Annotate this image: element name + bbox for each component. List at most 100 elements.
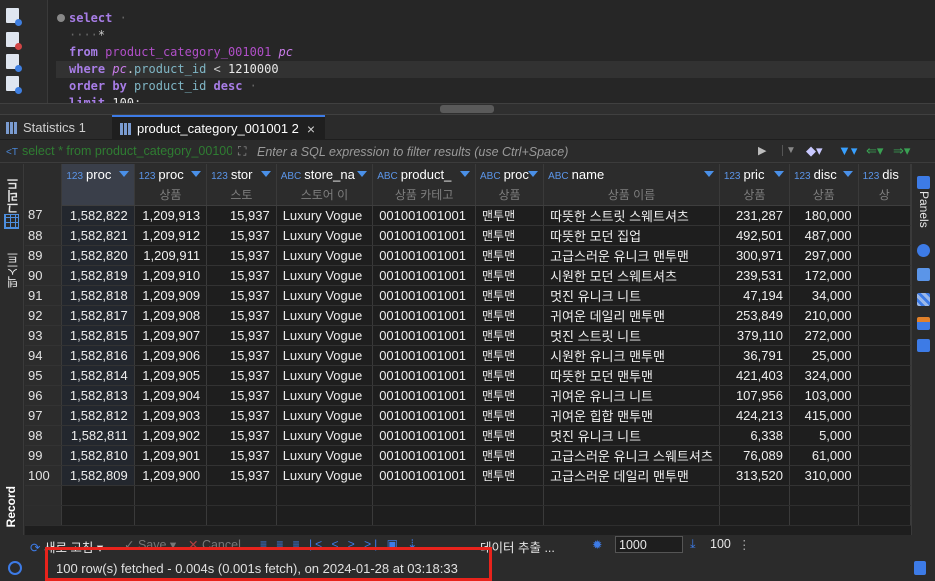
value-viewer-icon[interactable] xyxy=(917,244,930,257)
table-cell[interactable]: 001001001001 xyxy=(372,365,477,386)
format-sql-icon[interactable] xyxy=(6,76,22,94)
table-row[interactable]: 95 1,582,814 1,209,905 15,937 Luxury Vogue 00… xyxy=(25,365,911,386)
table-cell[interactable] xyxy=(858,325,911,346)
table-cell[interactable] xyxy=(858,265,911,286)
column-header[interactable]: ABC name xyxy=(543,164,720,185)
table-cell[interactable] xyxy=(858,225,911,246)
column-header[interactable]: 123 proc xyxy=(61,164,135,185)
table-cell[interactable]: 1,582,815 xyxy=(61,325,135,346)
table-cell[interactable]: 15,937 xyxy=(206,305,277,326)
table-cell[interactable]: 1,582,809 xyxy=(61,465,135,486)
tab-statistics[interactable]: Statistics 1 xyxy=(6,115,86,140)
grouping-icon[interactable] xyxy=(917,293,930,306)
table-cell[interactable]: 15,937 xyxy=(206,345,277,366)
text-view-tab[interactable]: 텍스트 xyxy=(4,252,21,288)
table-cell[interactable]: 1,209,901 xyxy=(134,445,208,466)
table-cell[interactable]: Luxury Vogue xyxy=(276,305,374,326)
table-cell[interactable]: 1,582,821 xyxy=(61,225,135,246)
splitter-handle[interactable] xyxy=(440,105,494,113)
execute-statement-icon[interactable] xyxy=(6,8,22,26)
table-cell[interactable] xyxy=(858,385,911,406)
table-cell[interactable]: 297,000 xyxy=(789,245,859,266)
table-cell[interactable]: 300,971 xyxy=(719,245,790,266)
table-cell[interactable]: 180,000 xyxy=(789,205,859,226)
table-cell[interactable]: 맨투맨 xyxy=(475,205,545,226)
back-arrow-icon[interactable]: ⇐▾ xyxy=(866,143,883,159)
table-cell[interactable]: 25,000 xyxy=(789,345,859,366)
table-cell[interactable]: 239,531 xyxy=(719,265,790,286)
table-cell[interactable]: 1,582,814 xyxy=(61,365,135,386)
column-header[interactable]: 123 proc xyxy=(134,164,208,185)
table-cell[interactable]: 고급스러운 유니크 스웨트셔츠 xyxy=(543,445,720,466)
table-cell[interactable]: Luxury Vogue xyxy=(276,325,374,346)
results-grid[interactable]: 123 proc 123 proc 123 stor ABC store_na ABC produ… xyxy=(25,164,911,535)
table-cell[interactable]: 1,582,812 xyxy=(61,405,135,426)
row-number[interactable]: 100 xyxy=(25,465,63,486)
table-cell[interactable]: 맨투맨 xyxy=(475,345,545,366)
table-row[interactable]: 90 1,582,819 1,209,910 15,937 Luxury Vogue 00… xyxy=(25,265,911,286)
table-cell[interactable]: 맨투맨 xyxy=(475,405,545,426)
table-cell[interactable]: 맨투맨 xyxy=(475,385,545,406)
tab-results[interactable]: product_category_001001 2 × xyxy=(112,115,326,140)
table-cell[interactable]: 103,000 xyxy=(789,385,859,406)
table-cell[interactable]: Luxury Vogue xyxy=(276,225,374,246)
table-cell[interactable]: 1,209,905 xyxy=(134,365,208,386)
table-cell[interactable]: 1,209,904 xyxy=(134,385,208,406)
code-line[interactable]: ····* xyxy=(56,27,935,44)
table-cell[interactable]: 001001001001 xyxy=(372,245,477,266)
table-cell[interactable]: 따뜻한 스트릿 스웨트셔츠 xyxy=(543,205,720,226)
panels-label[interactable]: Panels xyxy=(917,191,931,228)
sort-dropdown-icon[interactable] xyxy=(191,171,202,177)
row-number[interactable]: 97 xyxy=(25,405,63,426)
eraser-icon[interactable]: ◆▾ xyxy=(806,143,823,159)
table-cell[interactable]: Luxury Vogue xyxy=(276,205,374,226)
table-row[interactable]: 91 1,582,818 1,209,909 15,937 Luxury Vogue 00… xyxy=(25,285,911,306)
fetch-all-icon[interactable]: ⤓ xyxy=(690,537,696,552)
table-cell[interactable]: 1,209,909 xyxy=(134,285,208,306)
close-icon[interactable]: × xyxy=(307,121,315,137)
table-cell[interactable]: 1,582,816 xyxy=(61,345,135,366)
table-row[interactable]: 96 1,582,813 1,209,904 15,937 Luxury Vogue 00… xyxy=(25,385,911,406)
table-row[interactable]: 89 1,582,820 1,209,911 15,937 Luxury Vogue 00… xyxy=(25,245,911,266)
table-cell[interactable]: 시원한 모던 스웨트셔츠 xyxy=(543,265,720,286)
table-row[interactable]: 87 1,582,822 1,209,913 15,937 Luxury Vogue 00… xyxy=(25,205,911,226)
table-cell[interactable]: 1,209,900 xyxy=(134,465,208,486)
filter-query-history[interactable]: <T select * from product_category_001001 … xyxy=(6,144,232,158)
table-cell[interactable]: 맨투맨 xyxy=(475,285,545,306)
grid-view-tab[interactable]: 그리드 xyxy=(4,178,21,214)
sort-dropdown-icon[interactable] xyxy=(260,171,271,177)
row-number[interactable]: 90 xyxy=(25,265,63,286)
column-header[interactable]: 123 dis xyxy=(858,164,911,185)
table-cell[interactable]: 272,000 xyxy=(789,325,859,346)
table-cell[interactable]: 1,209,911 xyxy=(134,245,208,266)
table-cell[interactable] xyxy=(858,245,911,266)
grid-corner[interactable] xyxy=(25,164,63,205)
table-row[interactable]: 92 1,582,817 1,209,908 15,937 Luxury Vogue 00… xyxy=(25,305,911,326)
table-cell[interactable]: Luxury Vogue xyxy=(276,245,374,266)
table-cell[interactable]: 맨투맨 xyxy=(475,245,545,266)
table-cell[interactable]: Luxury Vogue xyxy=(276,385,374,406)
table-cell[interactable]: 253,849 xyxy=(719,305,790,326)
table-cell[interactable] xyxy=(858,425,911,446)
column-header[interactable]: 123 stor xyxy=(206,164,277,185)
sort-dropdown-icon[interactable] xyxy=(357,171,368,177)
table-cell[interactable]: 001001001001 xyxy=(372,405,477,426)
table-cell[interactable]: 1,209,913 xyxy=(134,205,208,226)
table-cell[interactable]: 1,582,819 xyxy=(61,265,135,286)
code-area[interactable]: select · ····* from product_category_00100… xyxy=(56,10,935,104)
table-cell[interactable]: 멋진 유니크 니트 xyxy=(543,285,720,306)
row-number[interactable]: 98 xyxy=(25,425,63,446)
table-cell[interactable]: 맨투맨 xyxy=(475,425,545,446)
table-cell[interactable]: 15,937 xyxy=(206,465,277,486)
row-number[interactable]: 99 xyxy=(25,445,63,466)
table-cell[interactable]: 맨투맨 xyxy=(475,445,545,466)
table-cell[interactable]: Luxury Vogue xyxy=(276,465,374,486)
table-cell[interactable]: 310,000 xyxy=(789,465,859,486)
table-cell[interactable]: 맨투맨 xyxy=(475,365,545,386)
table-cell[interactable] xyxy=(858,365,911,386)
table-cell[interactable] xyxy=(858,405,911,426)
table-cell[interactable]: 313,520 xyxy=(719,465,790,486)
table-cell[interactable]: 424,213 xyxy=(719,405,790,426)
grid-icon[interactable] xyxy=(4,214,19,229)
table-cell[interactable]: Luxury Vogue xyxy=(276,345,374,366)
